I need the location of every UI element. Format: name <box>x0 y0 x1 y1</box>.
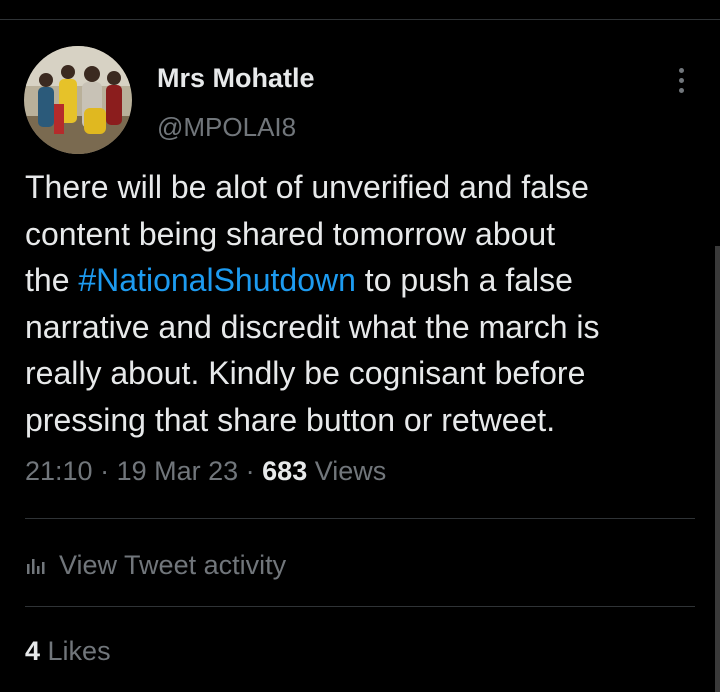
hashtag-link[interactable]: #NationalShutdown <box>78 262 356 298</box>
more-options-button[interactable] <box>664 60 698 100</box>
author-display-name[interactable]: Mrs Mohatle <box>157 63 315 94</box>
views-label: Views <box>307 456 387 486</box>
tweet-line: pressing that share button or retweet. <box>25 401 556 438</box>
views-count: 683 <box>262 456 308 486</box>
tweet-meta: 21:10 · 19 Mar 23 · 683 Views <box>25 456 386 487</box>
tweet-time[interactable]: 21:10 <box>25 456 93 486</box>
tweet-text-fragment: to push a false <box>355 262 573 298</box>
avatar[interactable] <box>24 46 132 154</box>
tweet-line: content being shared tomorrow about <box>25 215 556 252</box>
meta-separator: · <box>92 456 117 486</box>
bar-chart-icon <box>25 554 47 576</box>
section-divider <box>25 518 695 519</box>
more-dot-icon <box>678 87 684 93</box>
view-tweet-activity-label: View Tweet activity <box>59 549 287 580</box>
author-handle[interactable]: @MPOLAI8 <box>157 112 296 143</box>
view-tweet-activity-button[interactable]: View Tweet activity <box>25 545 286 585</box>
likes-link[interactable]: 4 Likes <box>25 636 111 667</box>
section-divider <box>25 606 695 607</box>
more-dot-icon <box>678 67 684 73</box>
tweet-text: There will be alot of unverified and fal… <box>25 164 705 443</box>
likes-label: Likes <box>40 636 111 666</box>
tweet-line: the #NationalShutdown to push a false <box>25 257 705 304</box>
tweet-line: narrative and discredit what the march i… <box>25 308 600 345</box>
tweet-text-fragment: the <box>25 262 79 298</box>
scrollbar[interactable] <box>715 246 720 692</box>
tweet-line: There will be alot of unverified and fal… <box>25 169 589 205</box>
meta-separator: · <box>238 456 263 486</box>
profile-photo-icon <box>24 46 132 154</box>
top-divider <box>0 19 720 20</box>
tweet-date[interactable]: 19 Mar 23 <box>117 456 239 486</box>
tweet-line: really about. Kindly be cognisant before <box>25 355 586 391</box>
likes-count: 4 <box>25 636 41 666</box>
more-dot-icon <box>678 77 684 83</box>
